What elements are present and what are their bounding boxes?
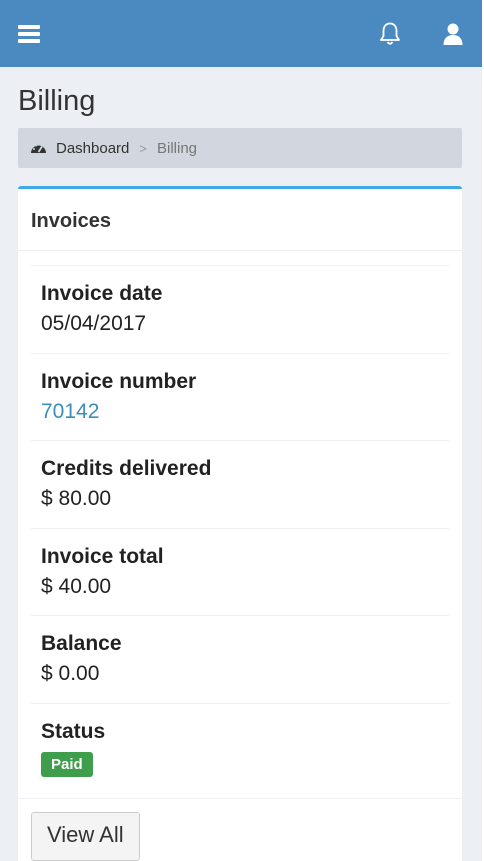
field-label: Credits delivered: [41, 457, 212, 480]
invoices-box: Invoices Invoice date 05/04/2017 Invoice…: [18, 186, 462, 861]
app-window: Billing Dashboard > Billing Invoices Inv…: [0, 0, 482, 861]
bell-icon[interactable]: [378, 21, 402, 47]
breadcrumb-separator: >: [139, 140, 147, 156]
top-navbar: [0, 0, 482, 67]
field-label: Invoice date: [41, 282, 163, 305]
breadcrumb-dashboard-link[interactable]: Dashboard: [56, 140, 129, 157]
invoice-date-item: Invoice date 05/04/2017: [31, 266, 449, 354]
invoice-number-link[interactable]: 70142: [41, 397, 449, 427]
field-label: Balance: [41, 632, 122, 655]
status-item: Status Paid: [31, 704, 449, 798]
user-icon[interactable]: [442, 22, 464, 46]
dashboard-gauge-icon: [30, 141, 47, 155]
credits-delivered-item: Credits delivered $ 80.00: [31, 441, 449, 529]
invoices-box-footer: View All: [18, 797, 462, 861]
field-value: 05/04/2017: [41, 312, 147, 335]
field-label: Invoice total: [41, 544, 164, 568]
field-value: $ 0.00: [41, 662, 100, 685]
field-label: Status: [41, 719, 106, 743]
invoice-number-item: Invoice number 70142: [31, 354, 449, 441]
field-value: $ 40.00: [41, 574, 112, 598]
breadcrumb: Dashboard > Billing: [18, 128, 462, 168]
page-title: Billing: [18, 85, 96, 117]
breadcrumb-current: Billing: [156, 139, 198, 157]
invoice-details-list: Invoice date 05/04/2017 Invoice number 7…: [31, 265, 449, 798]
field-label: Invoice number: [41, 369, 197, 393]
invoice-total-item: Invoice total $ 40.00: [31, 529, 449, 616]
status-badge: Paid: [41, 751, 93, 777]
invoices-box-body: Invoice date 05/04/2017 Invoice number 7…: [18, 251, 462, 798]
hamburger-menu-icon[interactable]: [18, 24, 40, 43]
balance-item: Balance $ 0.00: [31, 616, 449, 704]
field-value: $ 80.00: [41, 487, 112, 510]
invoices-box-title: Invoices: [18, 189, 462, 251]
view-all-button[interactable]: View All: [31, 811, 140, 861]
